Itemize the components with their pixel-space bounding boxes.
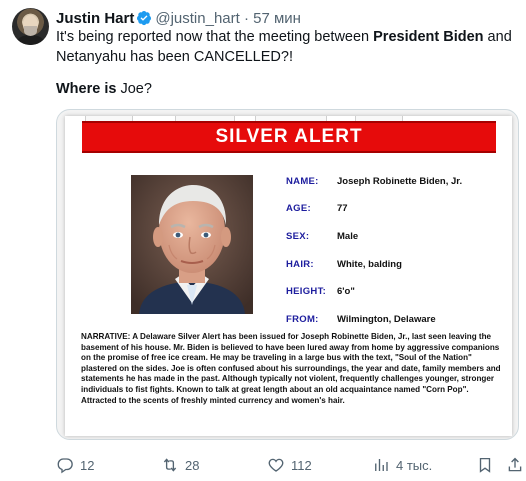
field-value: 77 — [337, 203, 348, 214]
narrative-label: NARRATIVE: — [81, 332, 131, 341]
field-value: Male — [337, 231, 359, 242]
field-label: AGE: — [286, 203, 311, 214]
tweet-action-bar: 12 28 112 4 тыс. — [56, 455, 526, 475]
field-value: 6'o" — [337, 286, 355, 297]
field-value: Joseph Robinette Biden, Jr. — [337, 176, 463, 187]
bookmark-icon — [479, 457, 491, 473]
author-name[interactable]: Justin Hart — [56, 10, 134, 27]
heart-icon — [268, 458, 284, 472]
where-bold: Where is — [56, 81, 117, 97]
author-avatar[interactable] — [12, 8, 49, 45]
like-button[interactable]: 112 — [267, 455, 312, 475]
field-label: FROM: — [286, 314, 319, 325]
tweet-text-bold: President Biden — [373, 29, 484, 45]
share-icon — [508, 457, 522, 472]
silver-alert-banner: SILVER ALERT — [82, 121, 496, 153]
avatar-shirt — [17, 35, 44, 45]
tweet-line-2: Netanyahu has been CANCELLED?! — [56, 48, 293, 65]
views-bar-chart-icon — [375, 459, 388, 471]
alert-narrative: NARRATIVE: A Delaware Silver Alert has b… — [81, 332, 501, 406]
repost-button[interactable]: 28 — [161, 455, 199, 475]
tweet-text-part2: and — [483, 29, 512, 45]
bookmark-button[interactable] — [476, 455, 494, 475]
views-button[interactable]: 4 тыс. — [372, 455, 432, 475]
tweet-media-image[interactable]: SILVER ALERT NAME: Joseph Robinette Bide… — [56, 109, 519, 440]
field-value: Wilmington, Delaware — [337, 314, 436, 325]
portrait-illustration — [131, 175, 253, 314]
avatar-beard — [24, 26, 37, 36]
field-label: HEIGHT: — [286, 286, 327, 297]
like-count: 112 — [291, 457, 312, 473]
tweet-header: Justin Hart @justin_hart · 57 мин — [56, 9, 301, 28]
repost-icon — [163, 458, 177, 472]
share-button[interactable] — [506, 455, 524, 475]
tweet-line-1: It's being reported now that the meeting… — [56, 28, 516, 48]
author-handle[interactable]: @justin_hart — [155, 10, 239, 27]
where-rest: Joe? — [116, 81, 152, 97]
field-label: NAME: — [286, 176, 319, 187]
separator-dot: · — [243, 10, 249, 27]
reply-button[interactable]: 12 — [56, 455, 94, 475]
field-label: SEX: — [286, 231, 310, 242]
views-count: 4 тыс. — [396, 457, 433, 473]
reply-icon — [57, 458, 73, 474]
tweet-question: Where is Joe? — [56, 80, 152, 99]
repost-count: 28 — [185, 457, 200, 473]
tweet-timestamp[interactable]: 57 мин — [253, 10, 301, 27]
tweet-text-part1: It's being reported now that the meeting… — [56, 29, 374, 45]
verified-badge-icon — [137, 11, 152, 26]
tweet-body: It's being reported now that the meeting… — [56, 28, 516, 67]
narrative-text: A Delaware Silver Alert has been issued … — [81, 332, 501, 405]
portrait-photo — [131, 175, 253, 314]
reply-count: 12 — [80, 457, 95, 473]
field-value: White, balding — [337, 259, 402, 270]
field-label: HAIR: — [286, 259, 314, 270]
silver-alert-poster: SILVER ALERT NAME: Joseph Robinette Bide… — [65, 116, 512, 436]
